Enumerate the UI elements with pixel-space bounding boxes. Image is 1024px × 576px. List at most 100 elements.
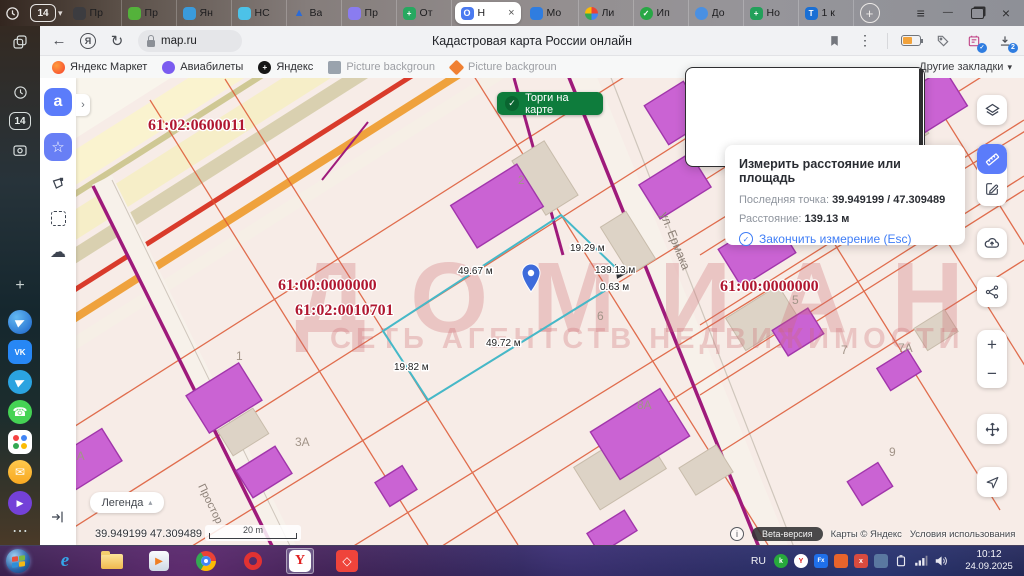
more-options-icon[interactable]: ⋮ — [856, 32, 874, 50]
chrome-icon — [196, 551, 216, 571]
browser-tab[interactable]: Мо — [524, 0, 579, 26]
minimize-button[interactable]: — — [943, 8, 953, 18]
browser-tab[interactable]: ▲Ва — [287, 0, 342, 26]
anydesk-button[interactable]: ◇ — [333, 548, 361, 574]
tray-office-icon[interactable] — [834, 554, 848, 568]
battery-icon[interactable] — [894, 555, 908, 567]
cloud-tool-icon[interactable]: ☁ — [44, 238, 72, 266]
close-window-button[interactable]: × — [1002, 6, 1010, 20]
yandex-mail-app-icon[interactable]: ✉ — [8, 460, 32, 484]
share-button[interactable] — [977, 277, 1007, 307]
copyright-text: Карты © Яндекс — [831, 529, 902, 540]
tab-counter[interactable]: 14 — [30, 4, 56, 22]
browser-tab[interactable]: +Но — [744, 0, 799, 26]
expand-sidebar-chevron[interactable]: › — [76, 94, 90, 116]
menu-icon[interactable]: ≡ — [917, 6, 925, 20]
browser-tab[interactable]: НС — [232, 0, 287, 26]
address-bar[interactable]: map.ru — [138, 30, 242, 52]
legend-button[interactable]: Легенда ▴ — [90, 492, 164, 513]
pan-mode-button[interactable] — [977, 414, 1007, 444]
browser-tab[interactable]: +От — [397, 0, 452, 26]
alice-app-icon[interactable]: ▶ — [8, 491, 32, 515]
new-tab-button[interactable]: + — [860, 3, 880, 23]
browser-tab[interactable]: Пр — [67, 0, 122, 26]
browser-tab[interactable]: ✓Ип — [634, 0, 689, 26]
bookmark-item[interactable]: Picture backgroun — [450, 61, 557, 74]
language-indicator[interactable]: RU — [751, 555, 766, 567]
layers-button[interactable] — [977, 95, 1007, 125]
favorites-button[interactable]: ☆ — [44, 133, 72, 161]
pricetag-icon[interactable] — [934, 32, 952, 50]
yandex-home-icon[interactable]: Я — [80, 33, 96, 49]
tray-antivirus-icon[interactable]: k — [774, 554, 788, 568]
my-location-button[interactable] — [977, 467, 1007, 497]
tenders-on-map-button[interactable]: ✓ Торги на карте — [497, 92, 603, 115]
mapru-logo[interactable]: a — [44, 88, 72, 116]
history-clock-icon[interactable] — [8, 80, 32, 104]
bookmark-item[interactable]: Авиабилеты — [162, 61, 243, 74]
tray-rdp-icon[interactable] — [874, 554, 888, 568]
browser-tab[interactable]: Пр — [122, 0, 177, 26]
browser-tab-active[interactable]: O Н × — [455, 2, 521, 24]
other-bookmarks-button[interactable]: Другие закладки▾ — [919, 61, 1012, 73]
browser-tab[interactable]: Ян — [177, 0, 232, 26]
bookmark-item[interactable]: +Яндекс — [258, 61, 313, 74]
upload-layer-button[interactable] — [977, 228, 1007, 258]
yandex-browser-app-icon[interactable] — [8, 310, 32, 334]
info-icon[interactable]: i — [730, 527, 744, 541]
polygon-tool-icon[interactable] — [44, 170, 72, 198]
terms-link[interactable]: Условия использования — [910, 529, 1015, 540]
file-explorer-button[interactable] — [98, 548, 126, 574]
finish-measurement-button[interactable]: ✓ Закончить измерение (Esc) — [739, 232, 951, 246]
collapse-sidebar-icon[interactable] — [44, 503, 72, 531]
start-button[interactable] — [6, 549, 30, 573]
tab-label: Пр — [365, 7, 378, 19]
tab-favicon — [530, 7, 543, 20]
back-button[interactable]: ← — [50, 32, 68, 50]
chrome-button[interactable] — [192, 548, 220, 574]
yandex-browser-button[interactable]: Y — [286, 548, 314, 574]
telegram-app-icon[interactable] — [8, 370, 32, 394]
restore-button[interactable] — [971, 8, 984, 19]
network-signal-icon[interactable] — [914, 555, 928, 567]
opera-button[interactable] — [239, 548, 267, 574]
add-app-icon[interactable]: + — [8, 274, 32, 298]
browser-toolbar: Кадастровая карта России онлайн ← Я ↻ ma… — [40, 26, 1024, 56]
media-player-button[interactable]: ▶ — [145, 548, 173, 574]
map-viewport[interactable]: ДОМИАН СЕТЬ АГЕНТСТВ НЕДВИЖИМОСТИ ул. Ер… — [40, 78, 1024, 545]
edit-drawing-button[interactable] — [977, 174, 1007, 204]
browser-tab[interactable]: До — [689, 0, 744, 26]
more-apps-icon[interactable]: ⋯ — [8, 519, 32, 543]
tray-flag-icon[interactable]: x — [854, 554, 868, 568]
dock-tab-counter[interactable]: 14 — [9, 112, 31, 130]
downloads-icon[interactable]: 2 — [996, 32, 1014, 50]
taskbar-clock[interactable]: 10:12 24.09.2025 — [960, 549, 1018, 573]
screenshot-icon[interactable] — [8, 138, 32, 162]
zoom-in-button[interactable]: + — [977, 330, 1007, 359]
history-icon[interactable] — [0, 0, 24, 26]
scale-bar: 20 m — [205, 525, 301, 541]
tab-favicon: ▲ — [293, 7, 306, 20]
zoom-out-button[interactable]: − — [977, 359, 1007, 388]
power-saving-icon[interactable] — [901, 35, 921, 46]
all-tabs-icon[interactable] — [8, 30, 32, 54]
browser-tab[interactable]: T1 к — [799, 0, 854, 26]
internet-explorer-button[interactable]: e — [51, 548, 79, 574]
bookmark-icon[interactable] — [825, 32, 843, 50]
tray-yandex-icon[interactable]: Y — [794, 554, 808, 568]
speaker-icon[interactable] — [934, 555, 948, 567]
browser-tab[interactable]: Ли — [579, 0, 634, 26]
area-select-tool-icon[interactable] — [44, 204, 72, 232]
browser-tab[interactable]: Пр — [342, 0, 397, 26]
tray-fx-icon[interactable]: Fx — [814, 554, 828, 568]
tab-close-icon[interactable]: × — [508, 7, 514, 19]
yandex-services-app-icon[interactable] — [8, 430, 32, 454]
vk-app-icon[interactable]: VK — [8, 340, 32, 364]
bookmark-item[interactable]: Picture backgroun — [328, 61, 435, 74]
bookmark-item[interactable]: Яндекс Маркет — [52, 61, 147, 74]
measure-distance-button[interactable] — [977, 144, 1007, 174]
whatsapp-app-icon[interactable]: ☎ — [8, 400, 32, 424]
extension-icon[interactable]: ✓ — [965, 32, 983, 50]
tabs-dropdown-chevron-icon[interactable]: ▾ — [58, 8, 63, 19]
refresh-button[interactable]: ↻ — [108, 32, 126, 50]
